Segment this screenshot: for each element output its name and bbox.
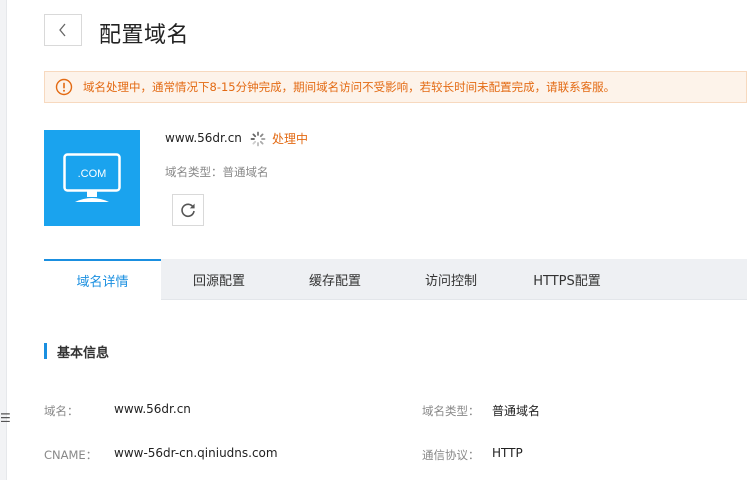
cname-field-value: www-56dr-cn.qiniudns.com bbox=[114, 446, 278, 460]
type-field-value: 普通域名 bbox=[492, 404, 541, 418]
chevron-left-icon bbox=[59, 23, 66, 37]
domain-field-value: www.56dr.cn bbox=[114, 402, 191, 416]
section-title-text: 基本信息 bbox=[57, 345, 110, 361]
back-button[interactable] bbox=[44, 14, 82, 46]
alert-text: 域名处理中，通常情况下8-15分钟完成，期间域名访问不受影响，若较长时间未配置完… bbox=[83, 80, 616, 94]
gutter-menu-icon[interactable]: ☰ bbox=[0, 412, 11, 424]
refresh-icon bbox=[181, 203, 195, 218]
type-field-label: 域名类型： bbox=[422, 404, 480, 418]
protocol-field-label: 通信协议： bbox=[422, 448, 480, 462]
tab-access-control[interactable]: 访问控制 bbox=[393, 259, 509, 299]
domain-logo: .COM bbox=[44, 130, 140, 226]
protocol-field-value: HTTP bbox=[492, 446, 523, 460]
status-text: 处理中 bbox=[272, 132, 309, 146]
warning-circle-icon bbox=[55, 78, 73, 96]
monitor-icon: .COM bbox=[63, 153, 121, 202]
domain-field-label: 域名： bbox=[44, 404, 79, 418]
domain-name: www.56dr.cn bbox=[165, 131, 242, 145]
domain-type-line: 域名类型：普通域名 bbox=[165, 165, 269, 179]
spinner-icon bbox=[250, 131, 266, 146]
tab-https-config[interactable]: HTTPS配置 bbox=[509, 259, 625, 299]
tab-cache-config[interactable]: 缓存配置 bbox=[277, 259, 393, 299]
page-title: 配置域名 bbox=[99, 23, 190, 48]
section-accent-bar bbox=[44, 343, 47, 359]
cname-field-label: CNAME： bbox=[44, 448, 98, 462]
tab-origin-config[interactable]: 回源配置 bbox=[161, 259, 277, 299]
refresh-button[interactable] bbox=[172, 194, 204, 226]
status-indicator: 处理中 bbox=[250, 130, 308, 147]
logo-text: .COM bbox=[78, 168, 107, 180]
processing-alert: 域名处理中，通常情况下8-15分钟完成，期间域名访问不受影响，若较长时间未配置完… bbox=[44, 71, 747, 103]
tab-domain-details[interactable]: 域名详情 bbox=[44, 259, 161, 300]
left-gutter bbox=[0, 0, 7, 480]
section-basic-info: 基本信息 bbox=[44, 343, 110, 361]
tab-bar: 域名详情 回源配置 缓存配置 访问控制 HTTPS配置 bbox=[44, 259, 747, 300]
